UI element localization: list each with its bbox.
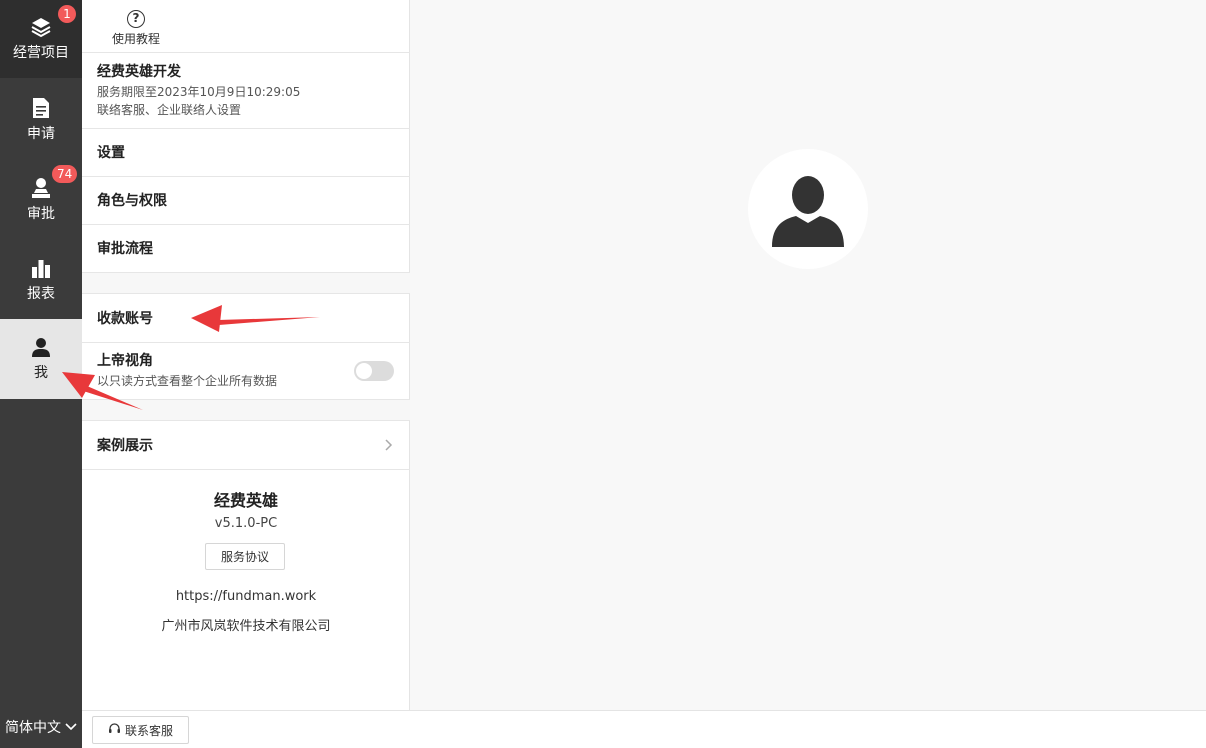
contact-service-button[interactable]: 联系客服 — [92, 716, 189, 744]
god-view-desc: 以只读方式查看整个企业所有数据 — [97, 374, 278, 388]
divider — [82, 176, 410, 177]
god-view-toggle[interactable] — [354, 361, 394, 381]
notification-badge: 74 — [52, 165, 78, 183]
rail-item-me[interactable]: 我 — [0, 319, 82, 399]
help-tutorial-button[interactable]: ? 使用教程 — [108, 10, 164, 47]
god-view-title: 上帝视角 — [97, 353, 153, 369]
rail-item-label: 申请 — [27, 126, 55, 142]
approval-stamp-icon — [30, 177, 52, 199]
company-settings-hint: 联络客服、企业联络人设置 — [97, 103, 242, 117]
chevron-down-icon — [65, 719, 77, 735]
app-name: 经费英雄 — [213, 491, 278, 510]
company-name: 经费英雄开发 — [97, 64, 181, 80]
bar-chart-icon — [30, 257, 52, 279]
notification-badge: 1 — [58, 5, 76, 23]
case-showcase-label: 案例展示 — [97, 438, 153, 454]
divider — [82, 420, 410, 421]
rail-item-label: 我 — [34, 365, 48, 381]
divider — [82, 342, 410, 343]
section-gap — [82, 272, 410, 293]
document-icon — [30, 97, 52, 119]
approval-workflow-item[interactable]: 审批流程 — [97, 238, 153, 258]
divider — [82, 128, 410, 129]
rail-item-projects[interactable]: 经营项目 1 — [0, 0, 82, 78]
divider — [82, 293, 410, 294]
service-agreement-button[interactable]: 服务协议 — [205, 543, 285, 570]
roles-permissions-item[interactable]: 角色与权限 — [97, 190, 167, 210]
help-label: 使用教程 — [111, 32, 160, 46]
language-label: 简体中文 — [5, 720, 61, 736]
section-gap — [82, 399, 410, 420]
divider — [82, 399, 410, 400]
divider — [82, 469, 410, 470]
question-icon: ? — [127, 10, 145, 28]
payee-account-item[interactable]: 收款账号 — [97, 308, 153, 328]
rail-item-label: 报表 — [27, 286, 55, 302]
toggle-knob — [356, 363, 372, 379]
layers-icon — [30, 16, 52, 38]
headset-icon — [108, 722, 121, 738]
rail-item-reports[interactable]: 报表 — [0, 240, 82, 320]
company-name-footer: 广州市风岚软件技术有限公司 — [161, 619, 331, 634]
settings-item[interactable]: 设置 — [97, 142, 125, 162]
divider — [82, 224, 410, 225]
contact-service-label: 联系客服 — [124, 723, 173, 738]
bottom-bar: 联系客服 — [82, 710, 1206, 748]
avatar[interactable] — [748, 149, 868, 269]
rail-item-label: 审批 — [27, 206, 55, 222]
app-version: v5.1.0-PC — [214, 516, 278, 531]
language-selector[interactable]: 简体中文 — [0, 714, 82, 740]
website-link[interactable]: https://fundman.work — [82, 589, 410, 604]
rail-item-apply[interactable]: 申请 — [0, 80, 82, 160]
divider — [82, 52, 410, 53]
chevron-right-icon — [385, 436, 393, 455]
rail-item-label: 经营项目 — [13, 45, 69, 61]
navigation-rail: 经营项目 1 申请 审批 74 报表 我 简体中文 — [0, 0, 82, 748]
user-icon — [30, 336, 52, 358]
user-silhouette-icon — [772, 176, 844, 247]
rail-item-approval[interactable]: 审批 74 — [0, 160, 82, 240]
settings-panel: ? 使用教程 经费英雄开发 服务期限至2023年10月9日10:29:05 联络… — [82, 0, 410, 710]
service-expiry: 服务期限至2023年10月9日10:29:05 — [97, 85, 301, 99]
divider — [82, 272, 410, 273]
